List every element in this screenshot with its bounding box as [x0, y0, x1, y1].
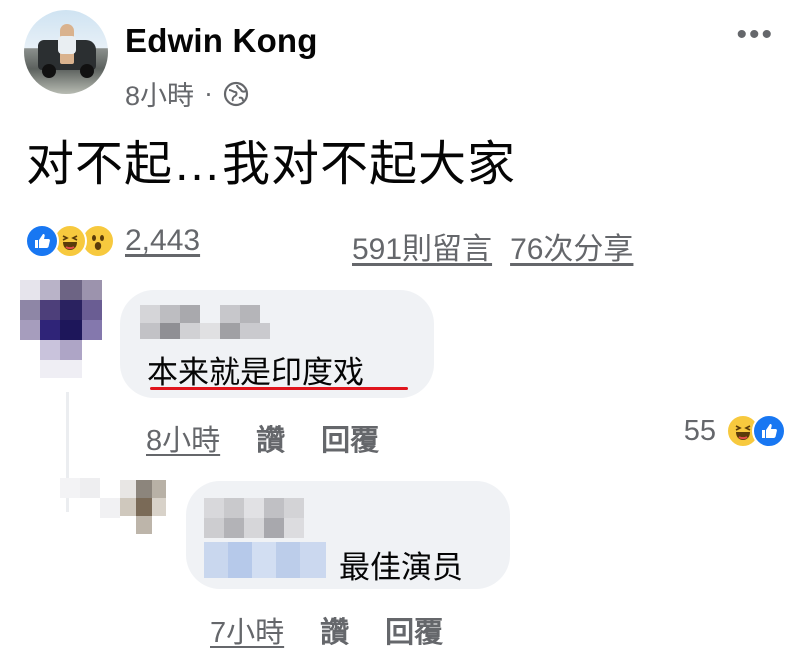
- commenter-name-redacted[interactable]: [140, 305, 280, 341]
- reply-button[interactable]: 回覆: [321, 417, 379, 459]
- like-icon: [25, 224, 59, 258]
- avatar-wheel-shape: [80, 64, 94, 78]
- avatar-shirt-shape: [58, 36, 76, 54]
- reply-time[interactable]: 7小時: [210, 609, 284, 651]
- comment-count-link[interactable]: 591則留言: [352, 224, 492, 268]
- more-options-button[interactable]: •••: [736, 18, 774, 52]
- post-text: 对不起…我对不起大家: [26, 138, 517, 191]
- comment-reactions[interactable]: 55: [683, 414, 786, 448]
- like-button[interactable]: 讚: [256, 417, 285, 459]
- share-count-link[interactable]: 76次分享: [510, 224, 633, 268]
- reply-text: 最佳演员: [339, 550, 463, 585]
- reaction-count[interactable]: 2,443: [125, 224, 200, 258]
- like-icon: [752, 414, 786, 448]
- highlight-underline: [150, 387, 408, 390]
- reply-commenter-name-redacted[interactable]: [204, 498, 330, 582]
- author-avatar[interactable]: [24, 10, 108, 94]
- engagement-stats: 591則留言 76次分享: [352, 224, 633, 268]
- post-meta: 8小時 ·: [125, 74, 249, 113]
- reply-like-button[interactable]: 讚: [320, 609, 349, 651]
- author-name[interactable]: Edwin Kong: [125, 22, 318, 60]
- reply-commenter-avatar[interactable]: [120, 480, 166, 536]
- comment-actions: 8小時 讚 回覆: [146, 417, 379, 459]
- ellipsis-icon: •••: [736, 18, 774, 51]
- comment-reaction-count: 55: [683, 414, 716, 447]
- post-time[interactable]: 8小時: [125, 74, 194, 113]
- reply-actions: 7小時 讚 回覆: [210, 609, 443, 651]
- commenter-avatar[interactable]: [20, 280, 104, 380]
- reply-connector: [60, 478, 120, 518]
- reactions-summary[interactable]: 2,443: [25, 224, 200, 258]
- comment-time[interactable]: 8小時: [146, 417, 220, 459]
- globe-icon: [223, 81, 249, 106]
- avatar-wheel-shape: [42, 64, 56, 78]
- meta-separator: ·: [204, 78, 214, 108]
- reply-reply-button[interactable]: 回覆: [385, 609, 443, 651]
- comment-text: 本来就是印度戏: [147, 355, 364, 390]
